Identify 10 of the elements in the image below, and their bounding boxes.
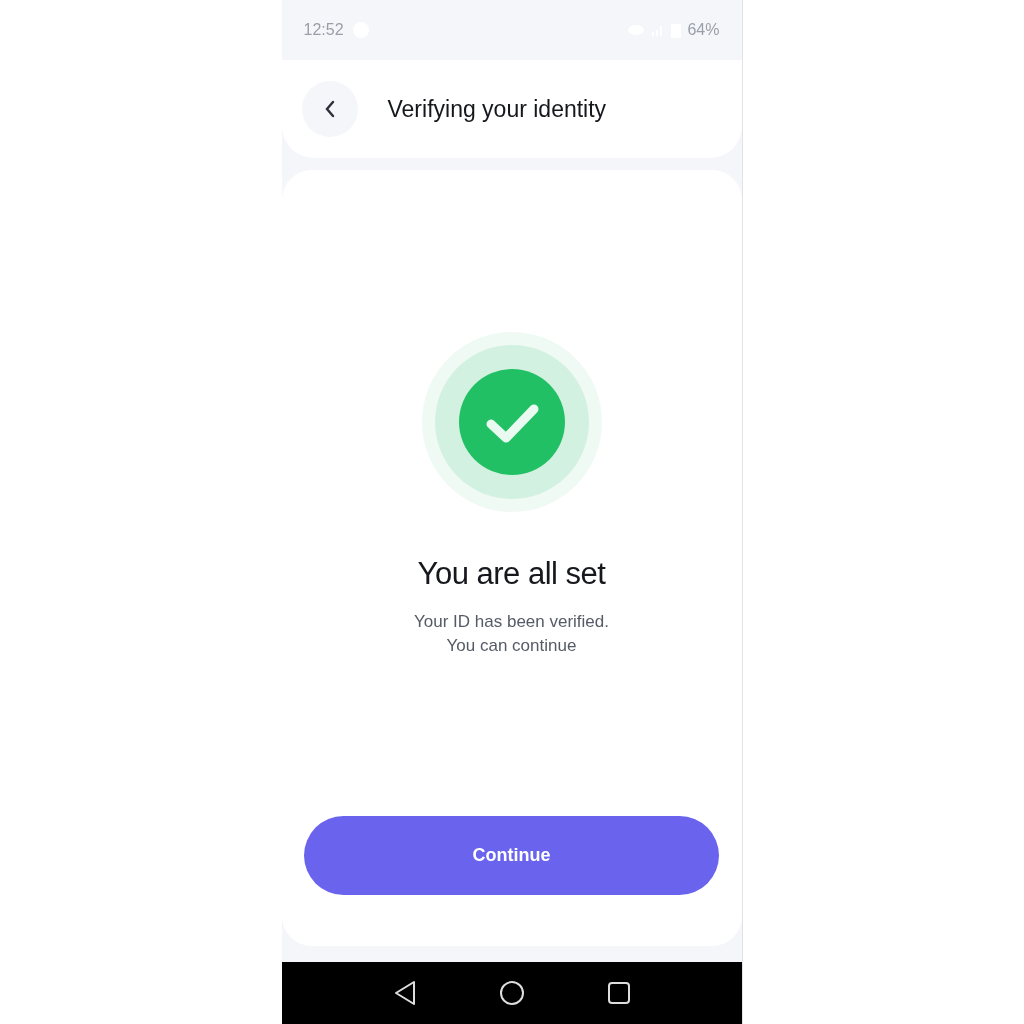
battery-percentage: 64%	[687, 21, 720, 39]
home-nav-icon[interactable]	[498, 980, 525, 1006]
success-title: You are all set	[417, 556, 606, 592]
success-check-icon	[421, 332, 602, 512]
page-title: Verifying your identity	[387, 95, 607, 123]
success-message: Your ID has been verified. You can continue	[414, 611, 609, 657]
recents-nav-icon[interactable]	[606, 981, 631, 1005]
back-nav-icon[interactable]	[392, 980, 417, 1006]
status-time: 12:52	[303, 21, 344, 39]
continue-button[interactable]: Continue	[304, 816, 719, 895]
